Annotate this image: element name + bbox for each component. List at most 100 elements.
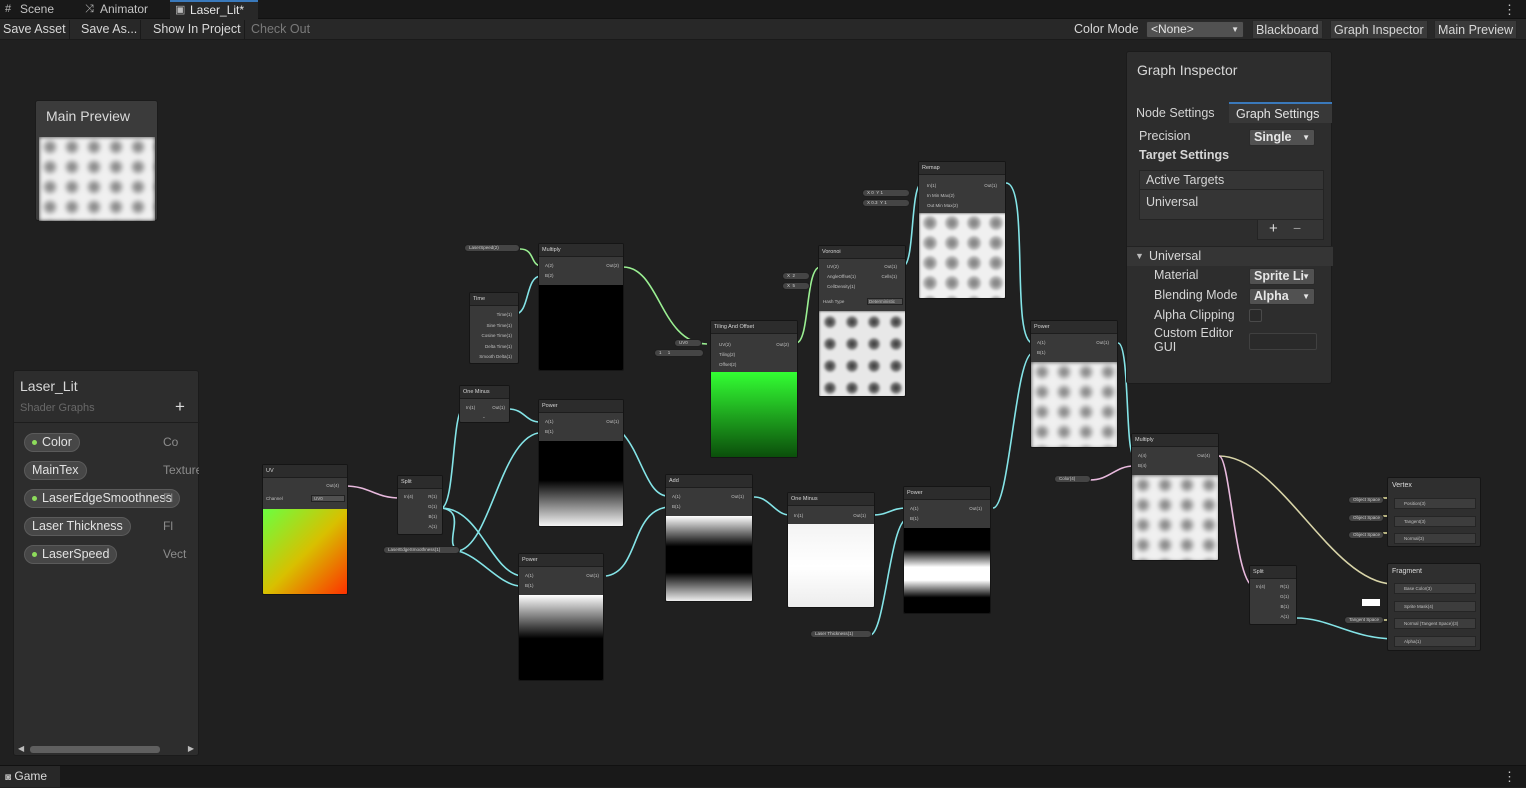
- out-min-value[interactable]: 0.3: [871, 200, 877, 205]
- power-node[interactable]: Power A(1) B(1) Out(1): [903, 486, 991, 614]
- input-uv[interactable]: UV(2): [827, 264, 839, 269]
- in-min-value[interactable]: 0: [871, 190, 874, 195]
- blackboard-property[interactable]: LaserSpeed: [24, 545, 118, 564]
- output-port[interactable]: Out(1): [492, 405, 505, 410]
- more-options-icon[interactable]: ⋮: [1503, 767, 1516, 786]
- tiling-and-offset-node[interactable]: Tiling And Offset UV(2) Tiling(2) Offset…: [710, 320, 798, 458]
- input-uv[interactable]: UV(2): [719, 342, 731, 347]
- output-b[interactable]: B(1): [1280, 604, 1289, 609]
- remove-target-button[interactable]: −: [1293, 220, 1301, 236]
- hash-type-dropdown[interactable]: Deterministic: [867, 298, 903, 305]
- output-g[interactable]: G(1): [1280, 594, 1289, 599]
- input-a[interactable]: A(4): [1138, 453, 1147, 458]
- tab-node-settings[interactable]: Node Settings: [1127, 103, 1230, 123]
- time-node[interactable]: Time Time(1) Sine Time(1) Cosine Time(1) De…: [469, 292, 519, 364]
- blending-mode-dropdown[interactable]: Alpha ▼: [1249, 288, 1315, 305]
- angle-offset-field[interactable]: X 2: [782, 272, 810, 280]
- input-port[interactable]: In(1): [466, 405, 475, 410]
- uv-node[interactable]: UV Out(4) Channel UV0: [262, 464, 348, 595]
- output-port[interactable]: Out(1): [606, 419, 619, 424]
- precision-dropdown[interactable]: Single ▼: [1249, 129, 1315, 146]
- output-g[interactable]: G(1): [428, 504, 437, 509]
- add-node[interactable]: Add A(1) B(1) Out(1): [665, 474, 753, 602]
- alpha-clipping-checkbox[interactable]: [1249, 309, 1262, 322]
- output-port[interactable]: Out(2): [776, 342, 789, 347]
- chevron-down-icon[interactable]: ⌄: [482, 414, 486, 420]
- sprite-mask-swatch[interactable]: [1362, 599, 1380, 606]
- more-options-icon[interactable]: ⋮: [1503, 0, 1516, 19]
- scroll-right-icon[interactable]: ▶: [188, 744, 194, 753]
- main-preview-panel[interactable]: Main Preview: [35, 100, 158, 221]
- out-min-max-field[interactable]: X 0.3 Y 1: [862, 199, 910, 207]
- vertex-block[interactable]: Vertex Position(3) Tangent(3) Normal(3): [1387, 477, 1481, 547]
- show-in-project-button[interactable]: Show In Project: [150, 20, 245, 39]
- cells-port[interactable]: Cells(1): [881, 274, 897, 279]
- input-b[interactable]: B(1): [545, 429, 554, 434]
- multiply-node[interactable]: Multiply A(4) B(4) Out(4): [1131, 433, 1219, 561]
- laser-edge-smoothness-property-node[interactable]: LaserEdgeSmoothness(1): [383, 546, 460, 554]
- output-port[interactable]: Out(1): [1096, 340, 1109, 345]
- scrollbar-thumb[interactable]: [30, 746, 160, 753]
- angle-offset-value[interactable]: 2: [793, 273, 796, 278]
- multiply-node[interactable]: Multiply A(2) B(2) Out(2): [538, 243, 624, 371]
- add-property-button[interactable]: +: [175, 397, 185, 417]
- one-minus-node[interactable]: One Minus In(1) Out(1): [787, 492, 875, 608]
- tab-game[interactable]: ◙ Game: [0, 766, 60, 787]
- color-mode-dropdown[interactable]: <None> ▼: [1146, 21, 1244, 38]
- save-asset-button[interactable]: Save Asset: [0, 20, 70, 39]
- add-target-button[interactable]: +: [1269, 220, 1278, 237]
- output-a[interactable]: A(1): [428, 524, 437, 529]
- input-port[interactable]: In(1): [794, 513, 803, 518]
- space-field[interactable]: Object Space: [1348, 496, 1384, 504]
- normal-space-field[interactable]: Tangent Space: [1344, 616, 1384, 624]
- input-tiling[interactable]: Tiling(2): [719, 352, 735, 357]
- blackboard-toggle[interactable]: Blackboard: [1252, 20, 1323, 39]
- time-output-port[interactable]: Sine Time(1): [486, 323, 512, 328]
- main-preview-toggle[interactable]: Main Preview: [1434, 20, 1518, 39]
- cell-density-field[interactable]: X 5: [782, 282, 810, 290]
- output-port[interactable]: Out(4): [1197, 453, 1210, 458]
- time-output-port[interactable]: Cosine Time(1): [481, 333, 512, 338]
- in-min-max-field[interactable]: X 0 Y 1: [862, 189, 910, 197]
- input-b[interactable]: B(2): [545, 273, 554, 278]
- input-out-min-max[interactable]: Out Min Max(2): [927, 203, 958, 208]
- input-a[interactable]: A(1): [910, 506, 919, 511]
- output-a[interactable]: A(1): [1280, 614, 1289, 619]
- custom-editor-gui-field[interactable]: [1249, 333, 1317, 350]
- input-in[interactable]: In(1): [927, 183, 936, 188]
- target-item-universal[interactable]: Universal: [1140, 190, 1323, 214]
- fragment-port[interactable]: Normal (Tangent Space)(3): [1394, 618, 1476, 629]
- fragment-block[interactable]: Fragment Base Color(3) Sprite Mask(4) Norm…: [1387, 563, 1481, 651]
- power-node[interactable]: Power A(1) B(1) Out(1): [538, 399, 624, 527]
- blackboard-property[interactable]: Color: [24, 433, 80, 452]
- tab-laser-lit[interactable]: ▣ Laser_Lit*: [170, 0, 258, 19]
- material-dropdown[interactable]: Sprite Li ▼: [1249, 268, 1315, 285]
- laser-thickness-property-node[interactable]: Laser Thickness(1): [810, 630, 872, 638]
- output-port[interactable]: Out(1): [969, 506, 982, 511]
- tab-scene[interactable]: # Scene: [0, 0, 72, 19]
- output-r[interactable]: R(1): [1280, 584, 1289, 589]
- laser-speed-property-node[interactable]: LaserSpeed(2): [464, 244, 520, 252]
- output-port[interactable]: Out(2): [606, 263, 619, 268]
- vertex-port[interactable]: Position(3): [1394, 498, 1476, 509]
- input-port[interactable]: In(4): [1256, 584, 1265, 589]
- time-output-port[interactable]: Smooth Delta(1): [479, 354, 512, 359]
- input-angle-offset[interactable]: AngleOffset(1): [827, 274, 856, 279]
- power-node[interactable]: Power A(1) B(1) Out(1): [1030, 320, 1118, 448]
- save-as-button[interactable]: Save As...: [78, 20, 142, 39]
- output-port[interactable]: Out(1): [984, 183, 997, 188]
- out-max-value[interactable]: 1: [884, 200, 887, 205]
- universal-foldout[interactable]: ▼ Universal: [1127, 246, 1333, 266]
- output-port[interactable]: Out(1): [853, 513, 866, 518]
- cell-density-value[interactable]: 5: [793, 283, 796, 288]
- input-b[interactable]: B(1): [525, 583, 534, 588]
- power-node[interactable]: Power A(1) B(1) Out(1): [518, 553, 604, 681]
- output-port[interactable]: Out(1): [731, 494, 744, 499]
- tiling-y[interactable]: 1: [668, 350, 671, 355]
- vertex-port[interactable]: Tangent(3): [1394, 515, 1476, 527]
- output-r[interactable]: R(1): [428, 494, 437, 499]
- tiling-x[interactable]: 1: [659, 350, 662, 355]
- output-b[interactable]: B(1): [428, 514, 437, 519]
- horizontal-scrollbar[interactable]: ◀ ▶: [16, 744, 198, 754]
- input-port[interactable]: In(4): [404, 494, 413, 499]
